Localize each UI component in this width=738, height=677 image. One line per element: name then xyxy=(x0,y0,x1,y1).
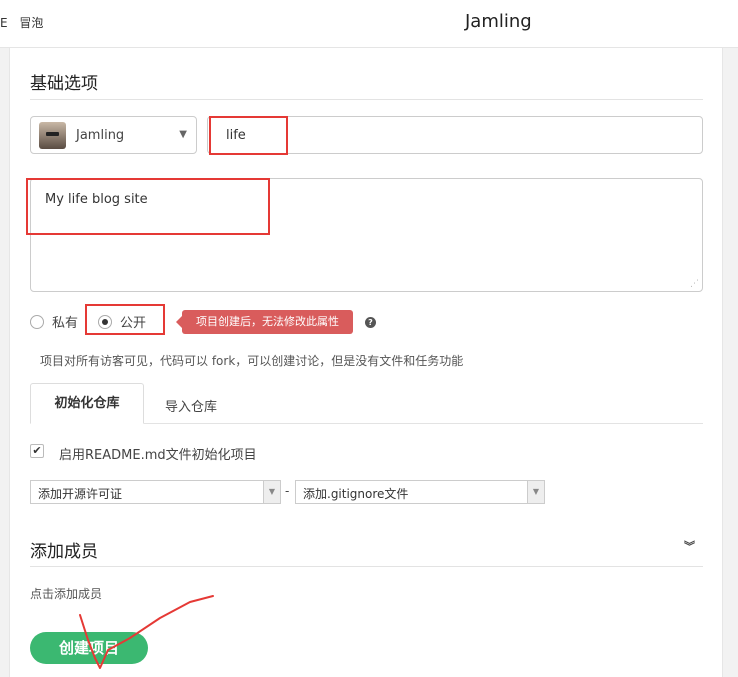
avatar xyxy=(39,122,66,149)
visibility-hint: 项目对所有访客可见，代码可以 fork，可以创建讨论，但是没有文件和任务功能 xyxy=(40,354,464,368)
tab-import-repo[interactable]: 导入仓库 xyxy=(165,396,217,415)
add-member-link[interactable]: 点击添加成员 xyxy=(30,585,102,602)
caret-down-icon: ▼ xyxy=(527,481,544,503)
annotation-box-name xyxy=(209,116,288,155)
gitignore-select-value: 添加.gitignore文件 xyxy=(303,487,409,501)
select-separator: - xyxy=(285,484,290,498)
divider xyxy=(30,99,703,100)
annotation-box-visibility xyxy=(85,304,165,335)
double-chevron-down-icon[interactable]: ︾ xyxy=(684,538,695,554)
top-bar: E 冒泡 Jamling xyxy=(0,0,738,48)
owner-name: Jamling xyxy=(76,128,125,143)
radio-private-dot[interactable] xyxy=(30,315,44,329)
gitignore-select[interactable]: 添加.gitignore文件 ▼ xyxy=(295,480,545,504)
check-icon: ✔ xyxy=(32,444,42,457)
caret-down-icon: ▼ xyxy=(263,481,280,503)
readme-checkbox[interactable]: ✔ xyxy=(30,444,44,458)
annotation-box-description xyxy=(26,178,270,235)
members-section-title: 添加成员 xyxy=(30,542,98,562)
top-bar-item-e[interactable]: E xyxy=(0,16,8,30)
license-select-value: 添加开源许可证 xyxy=(38,487,123,501)
readme-checkbox-label: 启用README.md文件初始化项目 xyxy=(59,448,257,463)
members-divider xyxy=(30,566,703,567)
top-bar-item-bubble[interactable]: 冒泡 xyxy=(19,16,43,30)
top-bar-left: E 冒泡 xyxy=(0,14,51,31)
question-icon[interactable]: ? xyxy=(365,317,376,328)
create-project-button[interactable]: 创建项目 xyxy=(30,632,148,664)
license-select[interactable]: 添加开源许可证 ▼ xyxy=(30,480,281,504)
radio-private[interactable]: 私有 xyxy=(30,312,78,331)
tab-init-repo[interactable]: 初始化仓库 xyxy=(30,383,144,424)
caret-down-icon: ▼ xyxy=(179,129,187,140)
radio-private-label: 私有 xyxy=(52,316,79,331)
visibility-tooltip: 项目创建后，无法修改此属性 xyxy=(176,310,353,334)
basic-section-title: 基础选项 xyxy=(30,74,98,94)
resize-grip-icon[interactable]: ⋰ xyxy=(690,279,699,289)
user-name[interactable]: Jamling xyxy=(465,11,532,32)
owner-select[interactable]: Jamling ▼ xyxy=(30,116,197,154)
